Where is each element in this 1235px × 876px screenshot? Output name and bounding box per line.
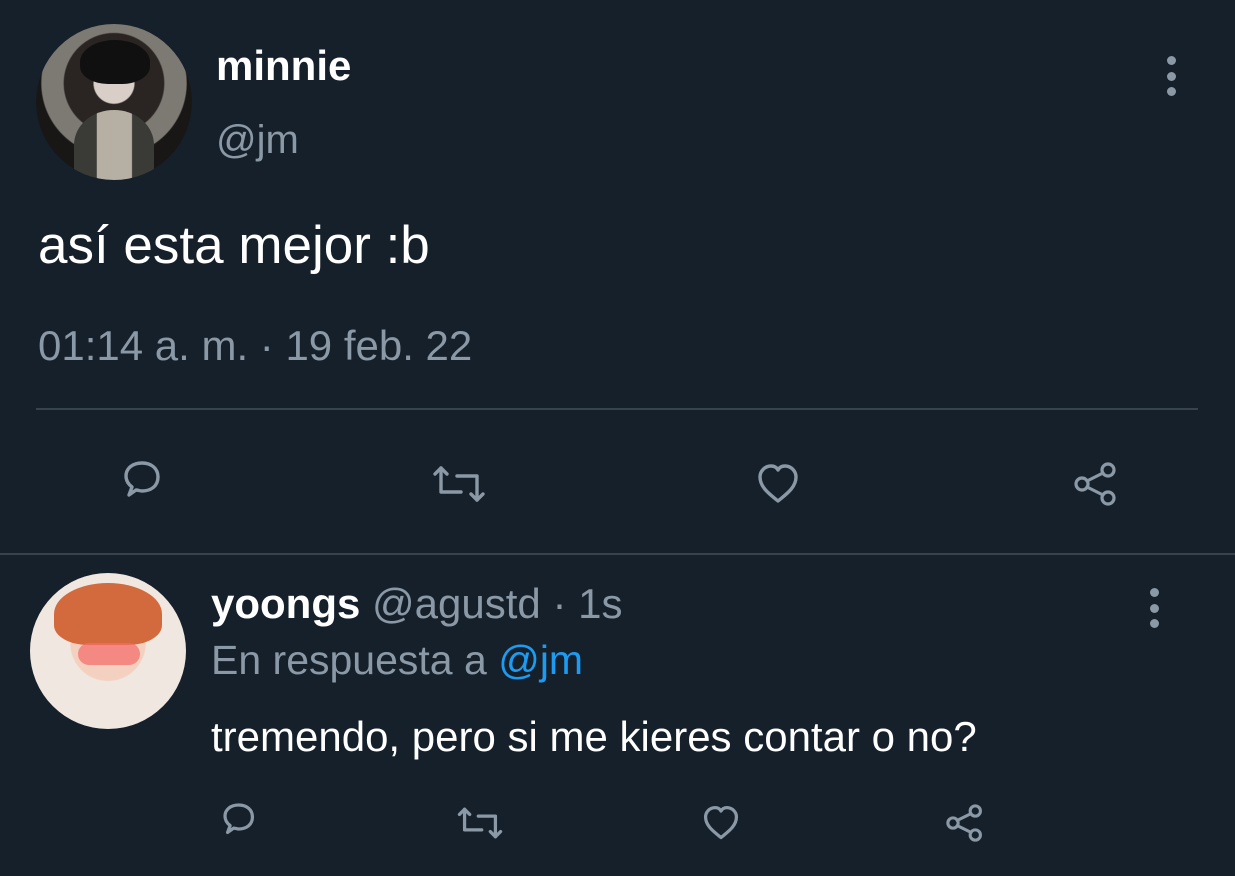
main-author-handle[interactable]: @jm (216, 114, 299, 166)
reply-tweet-text: tremendo, pero si me kieres contar o no? (211, 713, 977, 760)
main-share-button[interactable] (1064, 452, 1128, 516)
reply-time: · 1s (552, 580, 623, 627)
reply-header: yoongs @agustd · 1s (211, 579, 622, 629)
main-tweet-timestamp[interactable]: 01:14 a. m. · 19 feb. 22 (38, 318, 472, 374)
reply-share-button[interactable] (938, 796, 992, 850)
main-more-options-dot-3 (1166, 87, 1176, 96)
main-more-options-dot-1 (1166, 56, 1176, 65)
reply-author-avatar[interactable] (30, 573, 186, 729)
share-icon (1074, 462, 1116, 506)
reply-icon (223, 803, 255, 835)
retweet-icon (457, 807, 503, 839)
like-icon (758, 464, 798, 503)
reply-author-handle[interactable]: @agustd (372, 580, 541, 627)
like-icon (703, 805, 739, 840)
reply-tweet[interactable]: yoongs @agustd · 1s En respuesta a @jm t… (0, 555, 1235, 876)
reply-like-button[interactable] (694, 796, 748, 850)
reply-more-options-dot-1 (1149, 588, 1159, 597)
retweet-icon (433, 466, 485, 502)
reply-more-options-dot-3 (1149, 619, 1159, 628)
reply-icon (124, 461, 160, 497)
reply-context-prefix: En respuesta a (211, 637, 487, 683)
main-author-display-name[interactable]: minnie (216, 40, 351, 92)
main-tweet-divider (36, 408, 1198, 410)
main-reply-button[interactable] (108, 452, 172, 516)
main-tweet[interactable]: minnie @jm así esta mejor :b 01:14 a. m.… (0, 0, 1235, 553)
reply-retweet-button[interactable] (453, 796, 507, 850)
main-tweet-text: así esta mejor :b (38, 216, 430, 275)
main-more-options-button[interactable] (1154, 56, 1188, 96)
reply-more-options-button[interactable] (1137, 588, 1171, 628)
reply-author-display-name[interactable]: yoongs (211, 580, 360, 627)
main-more-options-dot-2 (1166, 71, 1176, 81)
main-author-avatar[interactable] (36, 24, 192, 180)
reply-mention-link[interactable]: @jm (498, 637, 583, 683)
main-retweet-button[interactable] (427, 452, 491, 516)
reply-reply-button[interactable] (210, 796, 264, 850)
reply-context: En respuesta a @jm (211, 635, 583, 685)
main-like-button[interactable] (746, 452, 810, 516)
share-icon (946, 804, 982, 842)
reply-more-options-dot-2 (1149, 603, 1159, 613)
